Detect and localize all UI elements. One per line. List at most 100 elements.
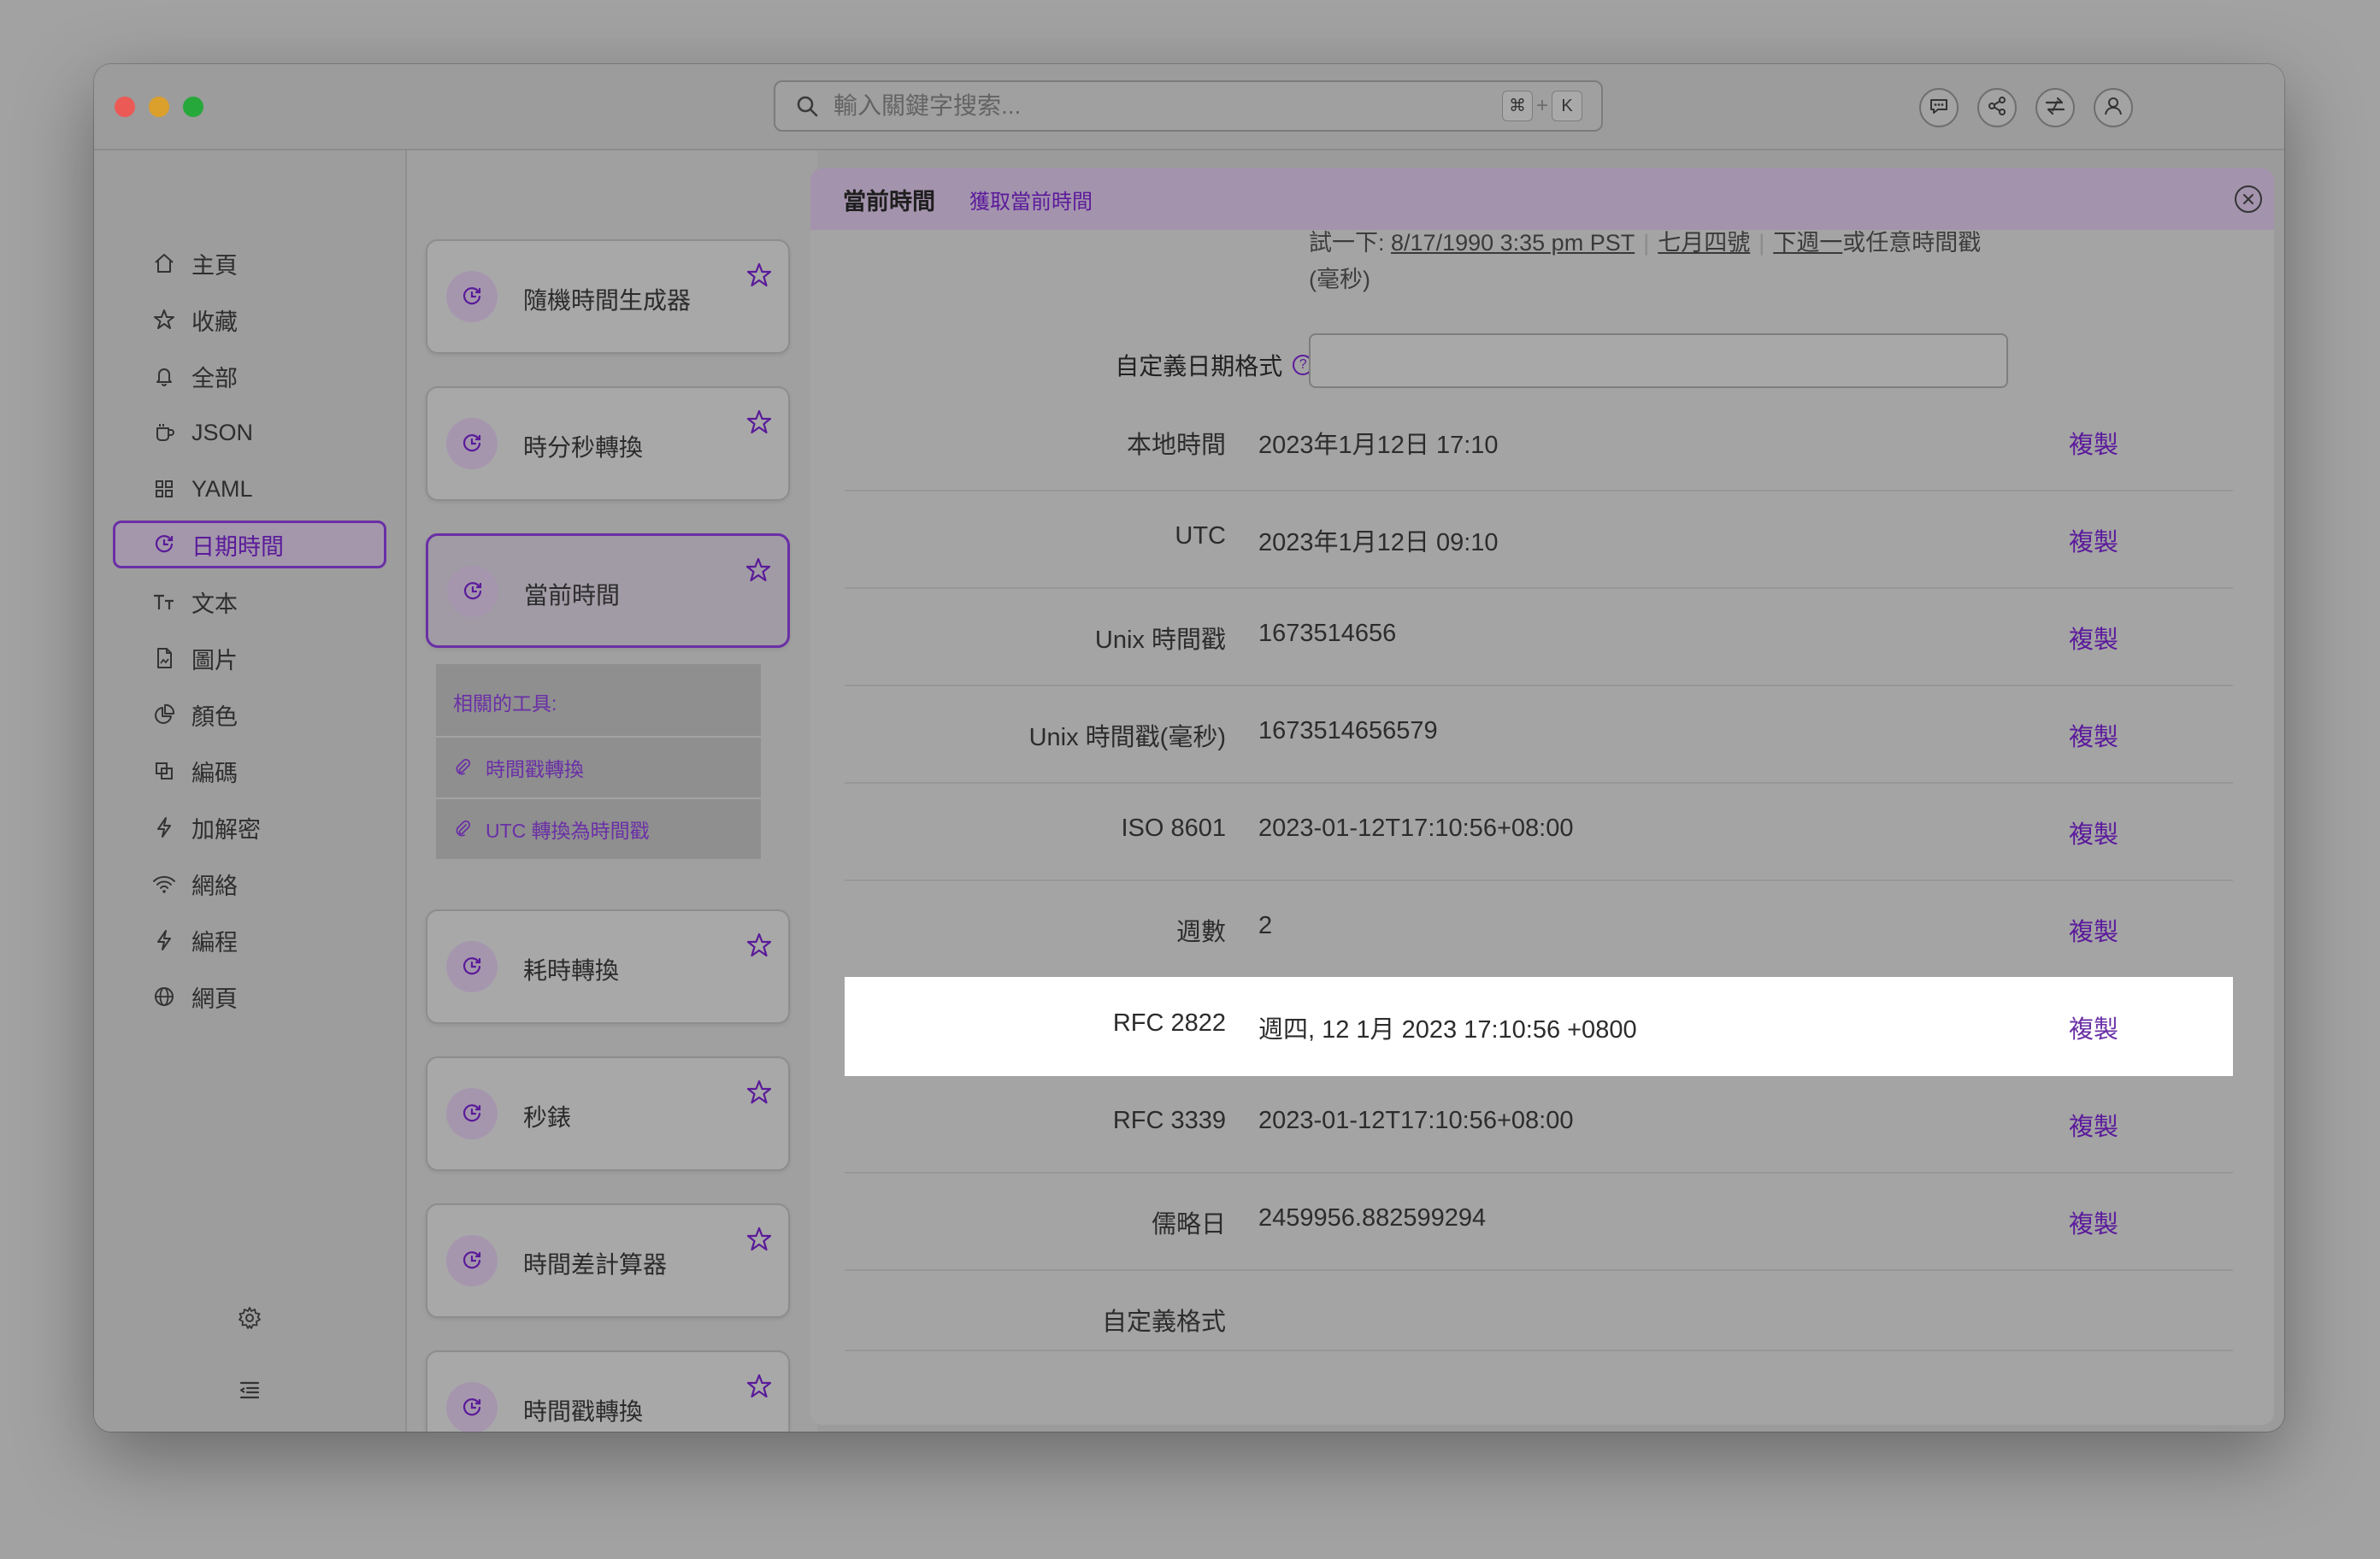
share-button[interactable] — [1977, 88, 2017, 127]
sidebar-item-all[interactable]: 全部 — [113, 352, 386, 400]
tool-card-label: 隨機時間生成器 — [523, 287, 692, 314]
tool-card[interactable]: 時間差計算器 — [426, 1203, 790, 1318]
sidebar-item-text[interactable]: 文本 — [113, 578, 386, 626]
copy-button[interactable]: 複製 — [2069, 815, 2118, 850]
result-key: UTC — [1175, 522, 1226, 550]
custom-format-input[interactable] — [1309, 333, 2008, 388]
sidebar-item-crypto[interactable]: 加解密 — [113, 803, 386, 851]
sidebar-item-json[interactable]: JSON — [113, 409, 386, 456]
tool-card-current-time[interactable]: 當前時間 — [426, 533, 790, 648]
minimize-window-button[interactable] — [149, 97, 169, 117]
sidebar-item-home[interactable]: 主頁 — [113, 239, 386, 287]
tool-card-label: 秒錶 — [523, 1104, 572, 1131]
favorite-star-icon[interactable] — [743, 555, 774, 585]
sidebar-item-label: 加解密 — [191, 816, 261, 843]
user-icon — [2102, 95, 2124, 121]
clock-icon — [446, 1088, 498, 1139]
tool-panel: 試一下: 8/17/1990 3:35 pm PST | 七月四號 | 下週一或任意時間… — [810, 168, 2274, 1425]
copy-icon — [150, 757, 178, 785]
bolt-icon — [150, 927, 178, 954]
sidebar-item-datetime[interactable]: 日期時間 — [113, 521, 386, 568]
favorite-star-icon[interactable] — [744, 930, 775, 961]
search-bar[interactable]: ⌘ + K — [774, 80, 1603, 132]
copy-button[interactable]: 複製 — [2069, 1107, 2118, 1143]
result-key: 週數 — [1175, 919, 1226, 946]
result-value: 1673514656579 — [1258, 717, 1438, 744]
favorite-star-icon[interactable] — [744, 1371, 775, 1402]
hint-example-link[interactable]: 下週一 — [1773, 230, 1842, 256]
tool-card[interactable]: 耗時轉換 — [426, 909, 790, 1024]
tool-card[interactable]: 時間戳轉換 — [426, 1350, 790, 1432]
sidebar-item-label: 圖片 — [191, 647, 238, 674]
tool-card-label: 時間差計算器 — [523, 1251, 668, 1278]
result-value: 2023年1月12日 09:10 — [1258, 529, 1499, 556]
sidebar-item-color[interactable]: 顏色 — [113, 691, 386, 738]
hint-example-link[interactable]: 七月四號 — [1658, 230, 1750, 256]
sidebar-item-label: 主頁 — [191, 252, 238, 279]
result-row: 儒略日 2459956.882599294 複製 — [845, 1172, 2233, 1271]
copy-button[interactable]: 複製 — [2069, 912, 2118, 948]
sidebar-item-image[interactable]: 圖片 — [113, 634, 386, 682]
result-row: UTC 2023年1月12日 09:10 複製 — [845, 490, 2233, 589]
account-button[interactable] — [2094, 88, 2133, 127]
clock-icon — [447, 566, 498, 617]
sidebar-item-network[interactable]: 網絡 — [113, 860, 386, 908]
copy-button[interactable]: 複製 — [2069, 1009, 2118, 1045]
feedback-button[interactable] — [1919, 88, 1959, 127]
favorite-star-icon[interactable] — [744, 1224, 775, 1255]
search-icon — [794, 93, 820, 119]
sidebar-item-label: 文本 — [191, 591, 238, 617]
search-shortcut: ⌘ + K — [1501, 91, 1582, 121]
panel-title: 當前時間 — [843, 188, 935, 215]
sidebar-item-label: 收藏 — [191, 309, 238, 335]
collapse-sidebar-button[interactable] — [231, 1373, 268, 1410]
sidebar-item-label: 編碼 — [191, 760, 238, 786]
tool-card[interactable]: 秒錶 — [426, 1056, 790, 1171]
result-key: RFC 3339 — [1112, 1107, 1226, 1134]
related-tool-link[interactable]: UTC 轉換為時間戳 — [436, 797, 761, 859]
sidebar-item-label: 網絡 — [191, 873, 238, 899]
copy-button[interactable]: 複製 — [2069, 620, 2118, 656]
maximize-window-button[interactable] — [183, 97, 203, 117]
result-value: 2459956.882599294 — [1258, 1204, 1487, 1232]
sidebar-item-favorites[interactable]: 收藏 — [113, 296, 386, 344]
tools-list: 隨機時間生成器 時分秒轉換 當前時間 相關的工具: 時間戳轉換 UTC 轉換為時… — [407, 150, 817, 1432]
tool-card-label: 時間戳轉換 — [523, 1398, 644, 1425]
panel-header: 當前時間 獲取當前時間 — [810, 168, 2274, 230]
sidebar-item-encoding[interactable]: 編碼 — [113, 747, 386, 795]
tool-card[interactable]: 隨機時間生成器 — [426, 239, 790, 354]
result-row: Unix 時間戳(毫秒) 1673514656579 複製 — [845, 685, 2233, 784]
result-row-highlighted: RFC 2822 週四, 12 1月 2023 17:10:56 +0800 複… — [845, 977, 2233, 1076]
favorite-star-icon[interactable] — [744, 1077, 775, 1108]
clock-icon — [446, 1235, 498, 1286]
favorite-star-icon[interactable] — [744, 407, 775, 438]
clock-icon — [150, 531, 178, 558]
settings-button[interactable] — [231, 1301, 268, 1338]
copy-button[interactable]: 複製 — [2069, 522, 2118, 558]
copy-button[interactable]: 複製 — [2069, 717, 2118, 753]
search-input[interactable] — [832, 91, 1502, 121]
hint-example-link[interactable]: 8/17/1990 3:35 pm PST — [1391, 230, 1635, 256]
sync-button[interactable] — [2035, 88, 2075, 127]
clock-icon — [446, 418, 498, 469]
related-tools: 相關的工具: 時間戳轉換 UTC 轉換為時間戳 — [436, 664, 761, 859]
pie-icon — [150, 701, 178, 728]
cmd-key: ⌘ — [1501, 91, 1533, 121]
tool-card[interactable]: 時分秒轉換 — [426, 386, 790, 501]
tool-card-label: 時分秒轉換 — [523, 434, 644, 461]
close-window-button[interactable] — [115, 97, 135, 117]
sidebar-item-label: 網頁 — [191, 985, 238, 1012]
share-icon — [1986, 95, 2008, 121]
sidebar-item-yaml[interactable]: YAML — [113, 465, 386, 513]
close-icon[interactable] — [2235, 185, 2262, 213]
chat-icon — [1928, 95, 1950, 121]
clock-icon — [446, 1382, 498, 1432]
result-value: 2023年1月12日 17:10 — [1258, 432, 1499, 459]
sidebar-item-programming[interactable]: 編程 — [113, 916, 386, 964]
result-row: Unix 時間戳 1673514656 複製 — [845, 587, 2233, 686]
sidebar-item-web[interactable]: 網頁 — [113, 973, 386, 1021]
copy-button[interactable]: 複製 — [2069, 425, 2118, 461]
favorite-star-icon[interactable] — [744, 260, 775, 291]
related-tool-link[interactable]: 時間戳轉換 — [436, 736, 761, 797]
copy-button[interactable]: 複製 — [2069, 1204, 2118, 1240]
